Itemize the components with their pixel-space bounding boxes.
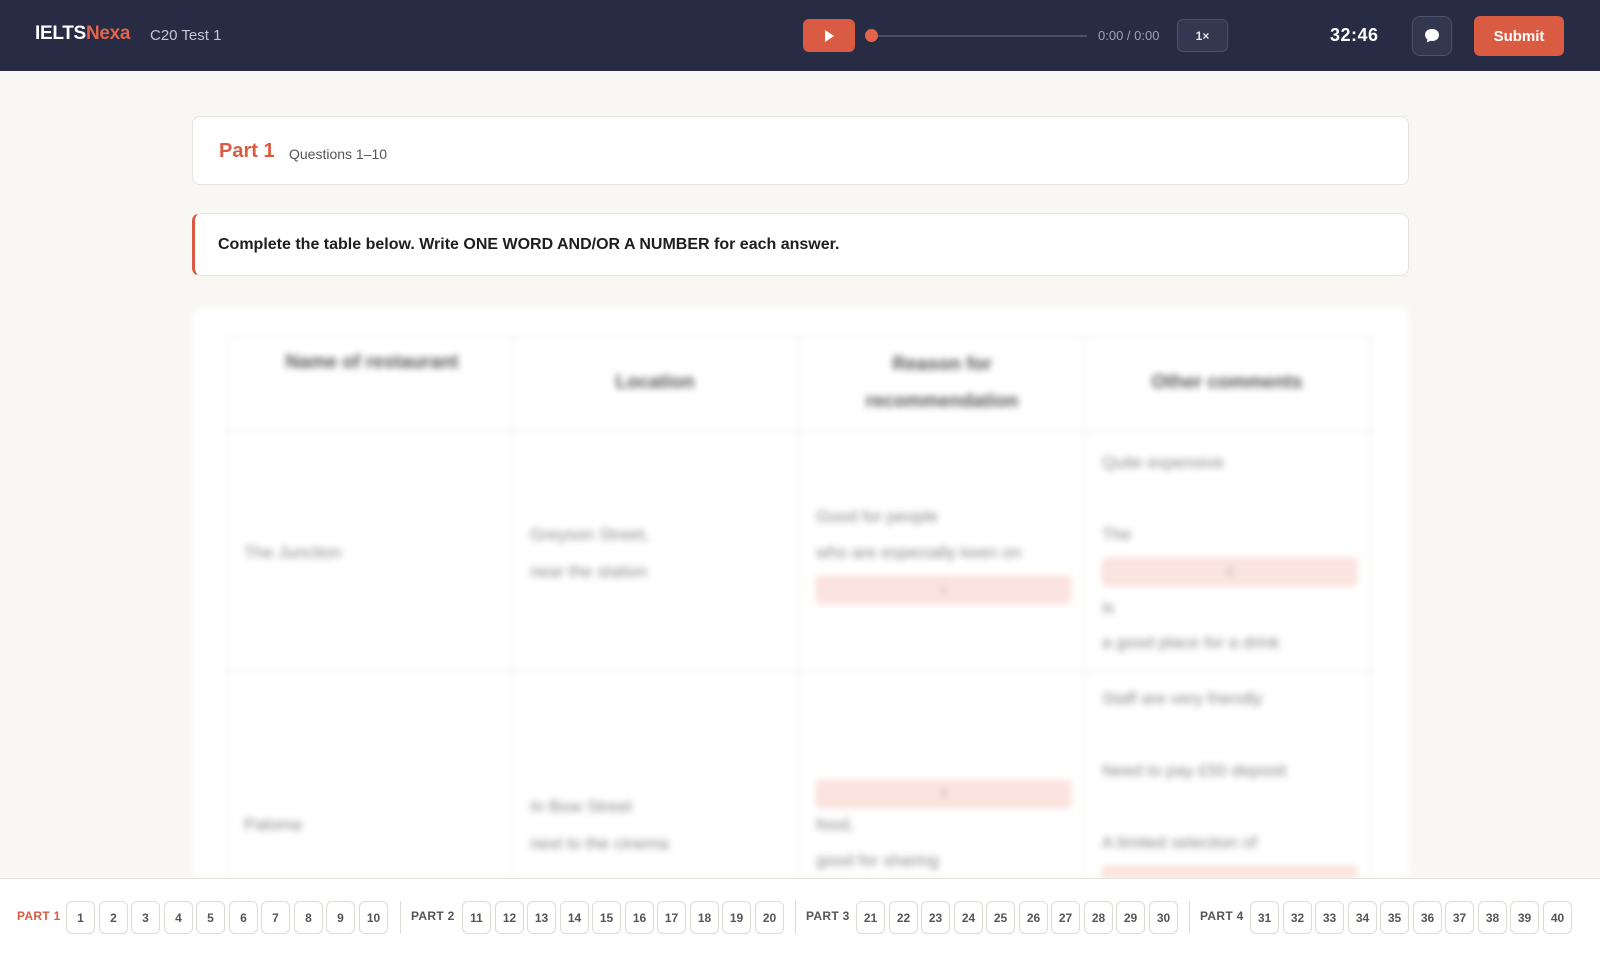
- part-title: Part 1: [219, 140, 275, 162]
- question-nav-button-40[interactable]: 40: [1543, 901, 1572, 934]
- row1-comment-line1: Quite expensive: [1102, 453, 1224, 472]
- question-nav-button-20[interactable]: 20: [755, 901, 784, 934]
- audio-progress-handle[interactable]: [865, 29, 878, 42]
- question-nav-button-23[interactable]: 23: [921, 901, 950, 934]
- chat-button[interactable]: [1412, 16, 1452, 56]
- question-nav-button-11[interactable]: 11: [462, 901, 491, 934]
- question-nav-button-13[interactable]: 13: [527, 901, 556, 934]
- row1-location-line1: Greyson Street,: [530, 525, 650, 544]
- question-nav-button-16[interactable]: 16: [625, 901, 654, 934]
- question-nav-button-25[interactable]: 25: [986, 901, 1015, 934]
- question-nav-button-31[interactable]: 31: [1250, 901, 1279, 934]
- question-nav-button-28[interactable]: 28: [1084, 901, 1113, 934]
- question-nav-button-17[interactable]: 17: [657, 901, 686, 934]
- question-nav-button-27[interactable]: 27: [1051, 901, 1080, 934]
- play-button[interactable]: [803, 19, 855, 52]
- row1-reason-line2: who are especially keen on: [816, 543, 1022, 562]
- row1-comment-line3: is: [1102, 598, 1115, 617]
- row2-comment-line2: Need to pay £50 deposit: [1102, 761, 1287, 780]
- answer-input-2[interactable]: 2: [1102, 558, 1357, 586]
- question-table: Name of restaurant Location Reason for r…: [192, 308, 1409, 878]
- answer-input-3[interactable]: 3: [816, 780, 1071, 808]
- answer-input-1[interactable]: 1: [816, 576, 1071, 604]
- question-nav-button-15[interactable]: 15: [592, 901, 621, 934]
- question-nav-button-24[interactable]: 24: [954, 901, 983, 934]
- question-nav-button-33[interactable]: 33: [1315, 901, 1344, 934]
- question-nav-button-8[interactable]: 8: [294, 901, 323, 934]
- row1-comment-line4: a good place for a drink: [1102, 633, 1280, 652]
- question-nav-button-5[interactable]: 5: [196, 901, 225, 934]
- nav-separator: [400, 901, 401, 934]
- row1-name: The Junction: [244, 543, 342, 562]
- part-header-card: Part 1 Questions 1–10: [192, 116, 1409, 185]
- play-icon: [825, 29, 834, 42]
- nav-part-label-2[interactable]: PART 2: [411, 909, 455, 923]
- answer-input-4[interactable]: [1102, 866, 1357, 878]
- question-nav-button-9[interactable]: 9: [326, 901, 355, 934]
- question-nav-button-39[interactable]: 39: [1510, 901, 1539, 934]
- question-navigator: PART 1 1 2 3 4 5 6 7 8 9 10 PART 2 11 12 13 14 15 16 17 18 1…: [0, 878, 1600, 955]
- question-nav-button-4[interactable]: 4: [164, 901, 193, 934]
- countdown-timer: 32:46: [1330, 25, 1379, 45]
- question-nav-button-34[interactable]: 34: [1348, 901, 1377, 934]
- playback-speed-button[interactable]: 1×: [1177, 19, 1228, 52]
- question-nav-button-12[interactable]: 12: [495, 901, 524, 934]
- question-nav-button-32[interactable]: 32: [1283, 901, 1312, 934]
- question-nav-button-6[interactable]: 6: [229, 901, 258, 934]
- question-nav-button-3[interactable]: 3: [131, 901, 160, 934]
- nav-separator: [1189, 901, 1190, 934]
- question-nav-button-1[interactable]: 1: [66, 901, 95, 934]
- row2-name: Paloma: [244, 815, 302, 834]
- question-nav-button-14[interactable]: 14: [560, 901, 589, 934]
- row1-reason-line1: Good for people: [816, 507, 938, 526]
- row1-comment-line2: The: [1102, 525, 1132, 544]
- question-nav-button-18[interactable]: 18: [690, 901, 719, 934]
- question-nav-button-7[interactable]: 7: [261, 901, 290, 934]
- row1-location-line2: near the station: [530, 562, 648, 581]
- table-header-comments: Other comments: [1151, 372, 1303, 393]
- nav-separator: [795, 901, 796, 934]
- question-nav-button-26[interactable]: 26: [1019, 901, 1048, 934]
- top-bar: IELTSNexa C20 Test 1 0:00 / 0:00 1× 32:4…: [0, 0, 1600, 71]
- question-nav-button-35[interactable]: 35: [1380, 901, 1409, 934]
- nav-part-label-3[interactable]: PART 3: [806, 909, 850, 923]
- nav-part-label-1[interactable]: PART 1: [17, 909, 61, 923]
- chat-bubble-icon: [1425, 29, 1439, 43]
- row2-reason-line2: good for sharing: [816, 851, 939, 870]
- audio-time-readout: 0:00 / 0:00: [1098, 28, 1160, 43]
- question-nav-button-2[interactable]: 2: [99, 901, 128, 934]
- question-nav-button-30[interactable]: 30: [1149, 901, 1178, 934]
- instruction-box: Complete the table below. Write ONE WORD…: [192, 213, 1409, 276]
- question-nav-button-37[interactable]: 37: [1445, 901, 1474, 934]
- table-header-name: Name of restaurant: [285, 352, 459, 373]
- part-question-range: Questions 1–10: [289, 146, 388, 162]
- table-header-location: Location: [615, 372, 695, 393]
- question-nav-button-19[interactable]: 19: [722, 901, 751, 934]
- row2-comment-line3: A limited selection of: [1102, 833, 1257, 852]
- brand-logo: IELTSNexa: [35, 23, 131, 44]
- instruction-text: Complete the table below. Write ONE WORD…: [218, 236, 840, 253]
- nav-part-label-4[interactable]: PART 4: [1200, 909, 1244, 923]
- submit-button[interactable]: Submit: [1474, 16, 1564, 56]
- question-nav-button-36[interactable]: 36: [1413, 901, 1442, 934]
- row2-location-line2: next to the cinema: [530, 834, 669, 853]
- row2-comment-line1: Staff are very friendly: [1102, 689, 1263, 708]
- table-header-reason: Reason for recommendation: [865, 354, 1019, 412]
- question-nav-button-10[interactable]: 10: [359, 901, 388, 934]
- row2-reason-line1: food,: [816, 815, 854, 834]
- question-nav-button-22[interactable]: 22: [889, 901, 918, 934]
- question-nav-button-29[interactable]: 29: [1116, 901, 1145, 934]
- test-name: C20 Test 1: [150, 27, 222, 44]
- question-nav-button-38[interactable]: 38: [1478, 901, 1507, 934]
- question-nav-button-21[interactable]: 21: [856, 901, 885, 934]
- audio-progress-track[interactable]: [866, 35, 1087, 37]
- row2-location-line1: In Bow Street: [530, 797, 633, 816]
